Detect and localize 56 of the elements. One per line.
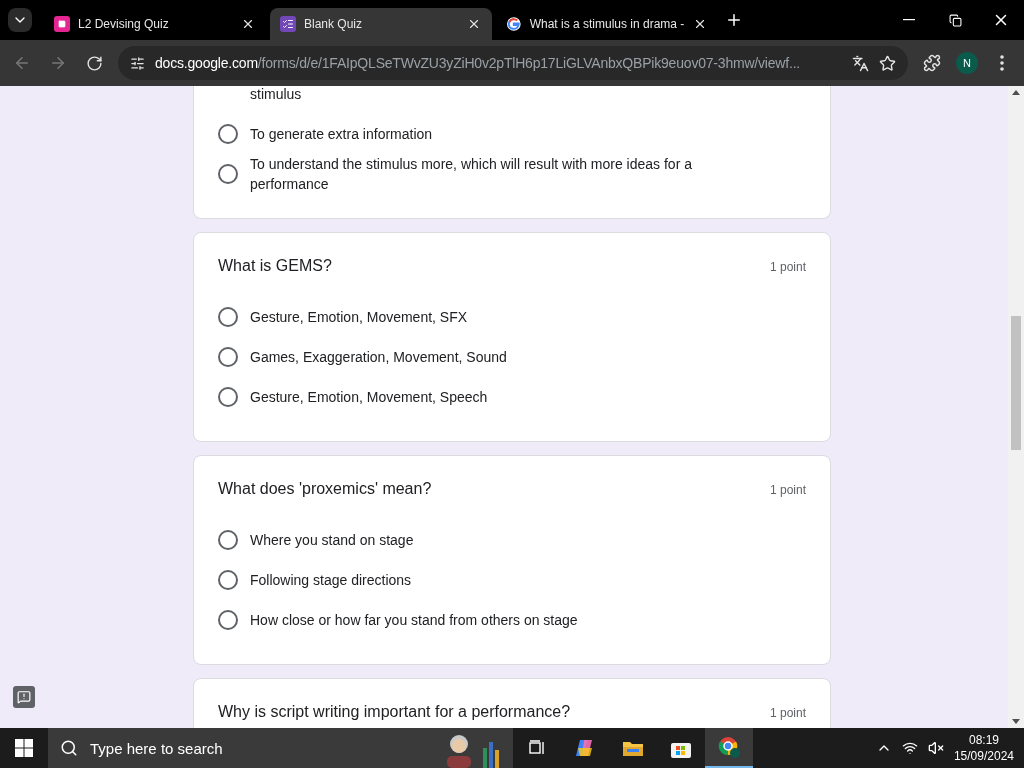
search-icon: [60, 739, 78, 757]
scrollbar-thumb[interactable]: [1011, 316, 1021, 450]
clock[interactable]: 08:19 15/09/2024: [953, 732, 1014, 764]
taskbar-search-field[interactable]: Type here to search: [48, 728, 513, 768]
network-icon[interactable]: [901, 740, 918, 756]
browser-tab[interactable]: Blank Quiz: [270, 8, 492, 40]
google-icon: [506, 16, 522, 32]
minimize-icon: [903, 19, 915, 21]
feedback-icon: [17, 690, 31, 704]
radio-button[interactable]: [218, 124, 238, 144]
radio-button[interactable]: [218, 164, 238, 184]
address-bar[interactable]: docs.google.com/forms/d/e/1FAIpQLSeTWvZU3yZiH0v2pTlH6p17LiGLVAnbxQBPik9euov07-3hmw/viewf...: [118, 46, 908, 80]
bookmark-star-icon[interactable]: [879, 54, 896, 72]
option-text: Following stage directions: [250, 571, 412, 590]
question-title: Why is script writing important for a performance?: [218, 703, 571, 721]
question-title: What is GEMS?: [218, 257, 332, 275]
scrollbar[interactable]: [1008, 86, 1024, 728]
radio-button[interactable]: [218, 347, 238, 367]
search-placeholder: Type here to search: [90, 739, 223, 757]
option-text: Games, Exaggeration, Movement, Sound: [250, 348, 507, 367]
radio-button[interactable]: [218, 387, 238, 407]
volume-muted-icon[interactable]: [927, 740, 944, 756]
browser-tab[interactable]: L2 Devising Quiz: [44, 8, 266, 40]
forms-icon: [280, 16, 296, 32]
feedback-button[interactable]: [13, 686, 35, 708]
radio-button[interactable]: [218, 610, 238, 630]
option-text: stimulus: [250, 86, 303, 102]
reload-icon: [85, 54, 103, 72]
puzzle-icon: [923, 54, 941, 72]
question-title: What does 'proxemics' mean?: [218, 480, 432, 498]
points-label: 1 point: [769, 483, 806, 497]
radio-button[interactable]: [218, 570, 238, 590]
browser-tab[interactable]: What is a stimulus in drama -: [496, 8, 718, 40]
forms-icon: [54, 16, 70, 32]
radio-button[interactable]: [218, 307, 238, 327]
scroll-down-icon[interactable]: [1012, 719, 1020, 725]
restore-icon: [948, 13, 962, 27]
option-text: To generate extra information: [250, 125, 433, 144]
tab-search-button[interactable]: [8, 8, 32, 32]
points-label: 1 point: [769, 260, 806, 274]
scroll-up-icon[interactable]: [1012, 89, 1020, 95]
points-label: 1 point: [769, 706, 806, 720]
radio-button[interactable]: [218, 530, 238, 550]
profile-avatar[interactable]: N: [956, 52, 978, 74]
windows-logo-icon: [15, 739, 33, 757]
option-text: Gesture, Emotion, Movement, SFX: [250, 308, 468, 327]
option-text: Where you stand on stage: [250, 531, 414, 550]
option-text: To understand the stimulus more, which will result with more ideas for a performance: [250, 155, 693, 194]
translate-icon[interactable]: [852, 54, 869, 72]
option-text: Gesture, Emotion, Movement, Speech: [250, 388, 488, 407]
plus-icon: [725, 11, 743, 29]
menu-icon: [1000, 55, 1004, 71]
option-text: How close or how far you stand from others on stage: [250, 611, 578, 630]
chrome-icon[interactable]: [705, 728, 753, 768]
site-info-icon[interactable]: [130, 55, 145, 71]
forward-arrow-icon: [49, 54, 67, 72]
